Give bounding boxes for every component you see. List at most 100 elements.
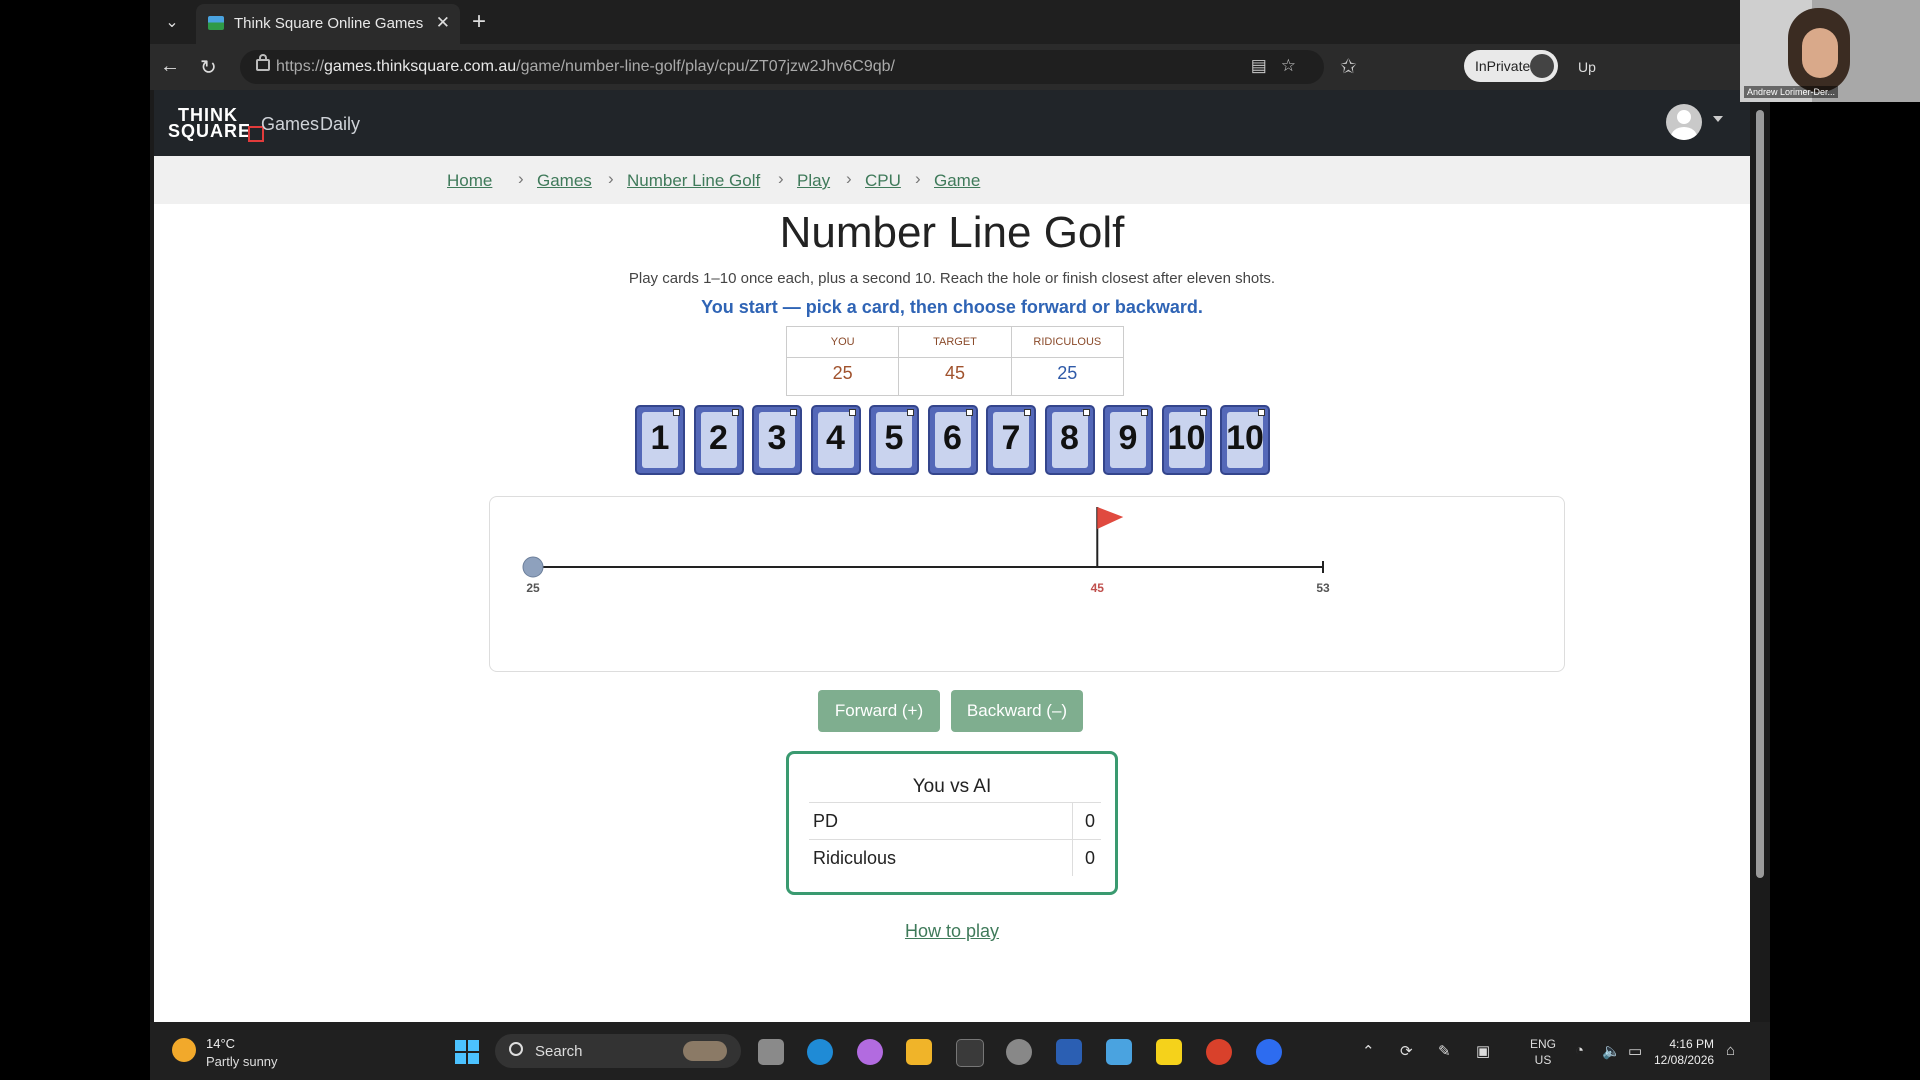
card-9[interactable]: 9 — [1103, 405, 1153, 475]
breadcrumb-game[interactable]: Game — [934, 171, 980, 191]
zoom-app-icon[interactable] — [1256, 1039, 1282, 1065]
tab-actions-chevron-icon[interactable]: ⌄ — [160, 10, 184, 34]
file-explorer-icon[interactable] — [906, 1039, 932, 1065]
match-row-player: PD 0 — [809, 802, 1101, 839]
favorites-icon[interactable]: ✩ — [1340, 54, 1357, 79]
breadcrumb-play[interactable]: Play — [797, 171, 830, 191]
settings-gear-icon[interactable] — [1006, 1039, 1032, 1065]
new-tab-plus-icon[interactable]: + — [472, 8, 486, 36]
card-8[interactable]: 8 — [1044, 405, 1095, 475]
desktop: ⌄ Think Square Online Games ✕ + ← ↻ http… — [150, 0, 1920, 1080]
breadcrumb-separator-icon: › — [846, 169, 852, 188]
golf-ball-marker — [522, 556, 544, 578]
card-3[interactable]: 3 — [752, 405, 802, 475]
search-icon — [509, 1042, 523, 1056]
weather-sun-icon[interactable] — [172, 1038, 196, 1062]
page-scrollbar[interactable] — [1750, 90, 1770, 1022]
tab-strip: ⌄ Think Square Online Games ✕ + — [150, 0, 1770, 44]
refresh-icon[interactable]: ↻ — [200, 55, 217, 80]
breadcrumb-games[interactable]: Games — [537, 171, 592, 191]
page-title: Number Line Golf — [779, 208, 1125, 257]
url-actions: ▤☆ — [1251, 56, 1310, 76]
number-line-end-label: 53 — [1316, 581, 1330, 595]
webcam-participant-name: Andrew Lorimer-Der... — [1744, 86, 1839, 98]
card-7[interactable]: 7 — [986, 405, 1036, 475]
row-divider — [1072, 803, 1073, 839]
browser-tab[interactable]: Think Square Online Games ✕ — [196, 4, 460, 44]
pen-icon[interactable]: ✎ — [1438, 1042, 1451, 1060]
breadcrumb-separator-icon: › — [518, 169, 524, 188]
inprivate-badge[interactable]: InPrivate — [1464, 50, 1558, 82]
card-5[interactable]: 5 — [869, 405, 919, 475]
profile-avatar-icon — [1530, 54, 1554, 78]
card-10[interactable]: 10 — [1161, 405, 1212, 475]
tray-overflow-chevron-icon[interactable]: ⌃ — [1362, 1042, 1375, 1060]
back-arrow-icon[interactable]: ← — [160, 55, 180, 78]
update-label[interactable]: Up — [1578, 59, 1596, 75]
player-score: 0 — [1084, 811, 1095, 831]
breadcrumb-home[interactable]: Home — [447, 171, 492, 191]
reader-view-icon[interactable]: ▤ — [1251, 56, 1281, 75]
display-icon[interactable]: ▣ — [1476, 1042, 1490, 1060]
sticky-notes-icon[interactable] — [1156, 1039, 1182, 1065]
number-line-svg: 25 45 53 — [522, 507, 1330, 595]
favorite-star-icon[interactable]: ☆ — [1281, 56, 1310, 75]
webcam-overlay: Andrew Lorimer-Der... — [1740, 0, 1920, 102]
url-path: /game/number-line-golf/play/cpu/ZT07jzw2… — [516, 58, 895, 75]
breadcrumb: Home › Games › Number Line Golf › Play ›… — [154, 156, 1750, 204]
card-number: 8 — [1060, 419, 1079, 457]
user-menu-caret-icon[interactable] — [1713, 116, 1723, 122]
card-number: 5 — [884, 419, 904, 457]
card-corner-pip — [965, 409, 973, 416]
position-scoreboard: YOU 25 TARGET 45 RIDICULOUS 25 — [786, 326, 1124, 396]
user-avatar-icon[interactable] — [1666, 104, 1702, 140]
card-4[interactable]: 4 — [810, 405, 861, 475]
task-view-icon[interactable] — [758, 1039, 784, 1065]
copilot-icon[interactable] — [857, 1039, 883, 1065]
url-text[interactable]: https://games.thinksquare.com.au/game/nu… — [276, 58, 895, 76]
breadcrumb-number-line-golf[interactable]: Number Line Golf — [627, 171, 760, 191]
game-rules-text: Play cards 1–10 once each, plus a second… — [628, 270, 1276, 287]
scrollbar-thumb[interactable] — [1756, 110, 1764, 878]
number-line-start-label: 25 — [526, 581, 540, 595]
how-to-play-label[interactable]: How to play — [905, 921, 999, 941]
windows-start-icon[interactable] — [455, 1040, 479, 1064]
card-6[interactable]: 6 — [927, 405, 978, 475]
card-corner-pip — [1199, 409, 1207, 416]
notification-bell-icon[interactable]: ⌂ — [1726, 1042, 1735, 1059]
battery-icon[interactable]: ▭ — [1628, 1042, 1642, 1060]
url-bar[interactable]: https://games.thinksquare.com.au/game/nu… — [240, 50, 1324, 84]
input-language[interactable]: ENG US — [1530, 1036, 1556, 1068]
card-1[interactable]: 1 — [635, 405, 685, 475]
word-app-icon[interactable] — [1056, 1039, 1082, 1065]
nav-daily-link[interactable]: Daily — [320, 114, 360, 135]
tab-close-icon[interactable]: ✕ — [436, 13, 450, 33]
lock-icon — [256, 54, 270, 71]
sync-icon[interactable]: ⟳ — [1400, 1042, 1413, 1060]
wifi-icon[interactable]: ◔ — [1575, 1042, 1584, 1059]
forward-button[interactable]: Forward (+) — [818, 690, 940, 732]
score-value: 45 — [944, 363, 965, 383]
notepad-icon[interactable] — [1106, 1039, 1132, 1065]
edge-browser-icon[interactable] — [807, 1039, 833, 1065]
score-label: RIDICULOUS — [1011, 327, 1123, 358]
volume-icon[interactable]: 🔈 — [1602, 1042, 1621, 1060]
taskbar-search[interactable]: Search — [495, 1034, 741, 1068]
backward-button[interactable]: Backward (–) — [951, 690, 1083, 732]
weather-temp[interactable]: 14°C — [206, 1036, 235, 1051]
card-2[interactable]: 2 — [693, 405, 744, 475]
webcam-person-face — [1802, 28, 1838, 78]
how-to-play-link[interactable]: How to play — [154, 921, 1750, 942]
system-clock[interactable]: 4:16 PM 12/08/2026 — [1654, 1036, 1714, 1068]
score-label: TARGET — [899, 327, 1011, 358]
nav-games-link[interactable]: Games — [261, 114, 319, 135]
score-value: 25 — [1057, 363, 1078, 383]
thinksquare-logo[interactable]: THINK SQUARE — [168, 106, 268, 144]
breadcrumb-cpu[interactable]: CPU — [865, 171, 901, 191]
card-10[interactable]: 10 — [1220, 405, 1270, 475]
score-cell-you: YOU 25 — [787, 327, 900, 395]
score-value: 25 — [832, 363, 853, 383]
store-app-icon[interactable] — [956, 1039, 984, 1067]
powerpoint-app-icon[interactable] — [1206, 1039, 1232, 1065]
weather-condition[interactable]: Partly sunny — [206, 1054, 278, 1069]
